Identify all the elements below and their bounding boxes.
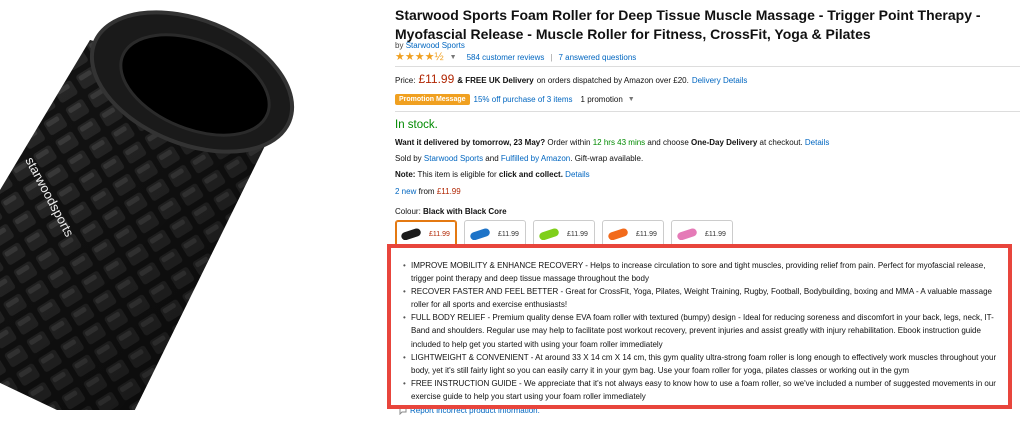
feature-bullet: IMPROVE MOBILITY & ENHANCE RECOVERY - He… [403, 259, 1000, 285]
feature-list: IMPROVE MOBILITY & ENHANCE RECOVERY - He… [403, 259, 1000, 403]
chevron-down-icon[interactable]: ▼ [628, 96, 635, 103]
sold-by-label: Sold by [395, 154, 422, 163]
seller-link[interactable]: Starwood Sports [424, 154, 483, 163]
price-label: Price: [395, 76, 416, 85]
feature-bullet: LIGHTWEIGHT & CONVENIENT - At around 33 … [403, 351, 1000, 377]
colour-label: Colour: [395, 207, 421, 216]
roller-thumbnail-icon [677, 228, 697, 240]
byline: by Starwood Sports [395, 41, 465, 50]
note-text: This item is eligible for [417, 170, 497, 179]
divider [395, 66, 1020, 67]
new-offers-link[interactable]: 2 new [395, 187, 416, 196]
promotion-count[interactable]: 1 promotion [581, 95, 623, 104]
click-collect-details-link[interactable]: Details [565, 170, 589, 179]
colour-selection: Colour: Black with Black Core [395, 207, 507, 216]
one-day-delivery: One-Day Delivery [691, 138, 758, 147]
roller-thumbnail-icon [470, 228, 490, 240]
price-amount: £11.99 [418, 72, 455, 86]
free-delivery-label: & FREE UK Delivery [457, 76, 534, 85]
product-image[interactable]: starwoodsports [0, 0, 330, 423]
product-title: Starwood Sports Foam Roller for Deep Tis… [395, 7, 981, 42]
feature-bullets: IMPROVE MOBILITY & ENHANCE RECOVERY - He… [387, 244, 1012, 409]
swatch-price: £11.99 [498, 230, 519, 238]
swatch-price: £11.99 [567, 230, 588, 238]
delivery-date: Want it delivered by tomorrow, 23 May? [395, 138, 546, 147]
divider: | [550, 52, 553, 62]
swatch-price: £11.99 [636, 230, 657, 238]
note-label: Note: [395, 170, 416, 179]
price-row: Price: £11.99 & FREE UK Delivery on orde… [395, 72, 747, 86]
at-checkout-label: at checkout. [759, 138, 803, 147]
product-details: Starwood Sports Foam Roller for Deep Tis… [387, 0, 1020, 423]
colour-selected: Black with Black Core [423, 207, 507, 216]
feature-bullet: FREE INSTRUCTION GUIDE - We appreciate t… [403, 377, 1000, 403]
promotion-row: Promotion Message 15% off purchase of 3 … [395, 94, 645, 105]
ratings-row: ★★★★½ ▼ 584 customer reviews | 7 answere… [395, 51, 636, 63]
new-offers: 2 new from £11.99 [395, 187, 461, 196]
delivery-details-link[interactable]: Details [805, 138, 829, 147]
promotion-offer-link[interactable]: 15% off purchase of 3 items [474, 95, 573, 104]
promotion-badge: Promotion Message [395, 94, 470, 105]
click-collect-label: click and collect. [498, 170, 563, 179]
divider [395, 111, 1020, 112]
swatch-price: £11.99 [429, 230, 450, 238]
delivery-text: on orders dispatched by Amazon over £20. [536, 76, 689, 85]
fulfilled-by-amazon-link[interactable]: Fulfilled by Amazon [501, 154, 570, 163]
new-from-label: from [418, 187, 435, 196]
answered-questions-link[interactable]: 7 answered questions [558, 53, 636, 62]
order-within-label: Order within [547, 138, 591, 147]
feature-bullet: RECOVER FASTER AND FEEL BETTER - Great f… [403, 285, 1000, 311]
by-label: by [395, 41, 404, 50]
roller-thumbnail-icon [401, 228, 421, 240]
click-collect-note: Note: This item is eligible for click an… [395, 170, 590, 179]
foam-roller-image: starwoodsports [0, 10, 295, 410]
brand-link[interactable]: Starwood Sports [406, 41, 465, 50]
roller-thumbnail-icon [608, 228, 628, 240]
seller-info: Sold by Starwood Sports and Fulfilled by… [395, 154, 643, 163]
choose-label: and choose [647, 138, 689, 147]
feature-bullet: FULL BODY RELIEF - Premium quality dense… [403, 311, 1000, 350]
swatch-price: £11.99 [705, 230, 726, 238]
delivery-details-link[interactable]: Delivery Details [692, 76, 748, 85]
countdown: 12 hrs 43 mins [592, 138, 646, 147]
delivery-estimate: Want it delivered by tomorrow, 23 May? O… [395, 138, 829, 147]
roller-thumbnail-icon [539, 228, 559, 240]
new-offers-price: £11.99 [436, 187, 461, 196]
and-label: and [485, 154, 499, 163]
star-rating-icon[interactable]: ★★★★½ [395, 51, 444, 63]
gift-wrap-label: . Gift-wrap available. [570, 154, 644, 163]
stock-status: In stock. [395, 119, 438, 131]
chevron-down-icon[interactable]: ▼ [450, 54, 457, 61]
customer-reviews-link[interactable]: 584 customer reviews [467, 53, 545, 62]
